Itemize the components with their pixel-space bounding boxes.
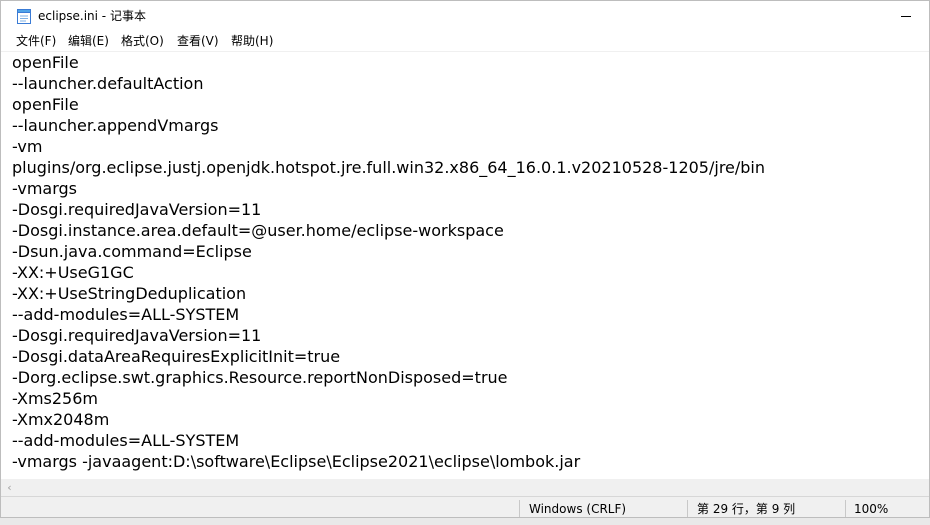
menu-help[interactable]: 帮助(H) [231, 33, 273, 49]
editor-line: -Xmx2048m [12, 410, 110, 429]
editor-line: -Dosgi.dataAreaRequiresExplicitInit=true [12, 347, 341, 366]
notepad-window: eclipse.ini - 记事本 文件(F) 编辑(E) 格式(O) 查看(V… [0, 0, 930, 518]
notepad-icon [17, 8, 31, 24]
chevron-left-icon[interactable]: ‹ [1, 479, 18, 496]
minimize-icon [901, 16, 911, 17]
editor-line: -Xms256m [12, 389, 98, 408]
status-bar: Windows (CRLF) 第 29 行，第 9 列 100% [1, 496, 929, 517]
editor-line: openFile [12, 53, 79, 72]
editor-line: -Dosgi.requiredJavaVersion=11 [12, 200, 262, 219]
editor-line: plugins/org.eclipse.justj.openjdk.hotspo… [12, 158, 766, 177]
editor-line: --add-modules=ALL-SYSTEM [12, 431, 240, 450]
editor-line: -Dosgi.requiredJavaVersion=11 [12, 326, 262, 345]
editor-line: -Dorg.eclipse.swt.graphics.Resource.repo… [12, 368, 508, 387]
status-cursor-position: 第 29 行，第 9 列 [697, 502, 796, 516]
status-divider [687, 500, 688, 517]
text-editor[interactable]: openFile --launcher.defaultAction openFi… [1, 52, 929, 479]
menu-file[interactable]: 文件(F) [16, 33, 56, 49]
menu-format[interactable]: 格式(O) [121, 33, 164, 49]
status-divider [519, 500, 520, 517]
editor-line: --launcher.appendVmargs [12, 116, 219, 135]
status-divider [845, 500, 846, 517]
status-zoom: 100% [854, 502, 889, 516]
editor-line: -Dsun.java.command=Eclipse [12, 242, 252, 261]
editor-line: -XX:+UseStringDeduplication [12, 284, 247, 303]
title-bar[interactable]: eclipse.ini - 记事本 [1, 1, 929, 31]
editor-line: -vm [12, 137, 43, 156]
horizontal-scrollbar[interactable]: ‹ [1, 479, 929, 496]
editor-line: --add-modules=ALL-SYSTEM [12, 305, 240, 324]
editor-line: -Dosgi.instance.area.default=@user.home/… [12, 221, 504, 240]
window-title: eclipse.ini - 记事本 [38, 9, 146, 23]
menu-bar: 文件(F) 编辑(E) 格式(O) 查看(V) 帮助(H) [1, 31, 929, 52]
editor-line: openFile [12, 95, 79, 114]
editor-line: -XX:+UseG1GC [12, 263, 134, 282]
editor-line: -vmargs [12, 179, 77, 198]
minimize-button[interactable] [883, 1, 929, 31]
menu-edit[interactable]: 编辑(E) [68, 33, 109, 49]
editor-line: -vmargs -javaagent:D:\software\Eclipse\E… [12, 452, 581, 471]
menu-view[interactable]: 查看(V) [177, 33, 219, 49]
status-line-ending: Windows (CRLF) [529, 502, 627, 516]
editor-line: --launcher.defaultAction [12, 74, 204, 93]
